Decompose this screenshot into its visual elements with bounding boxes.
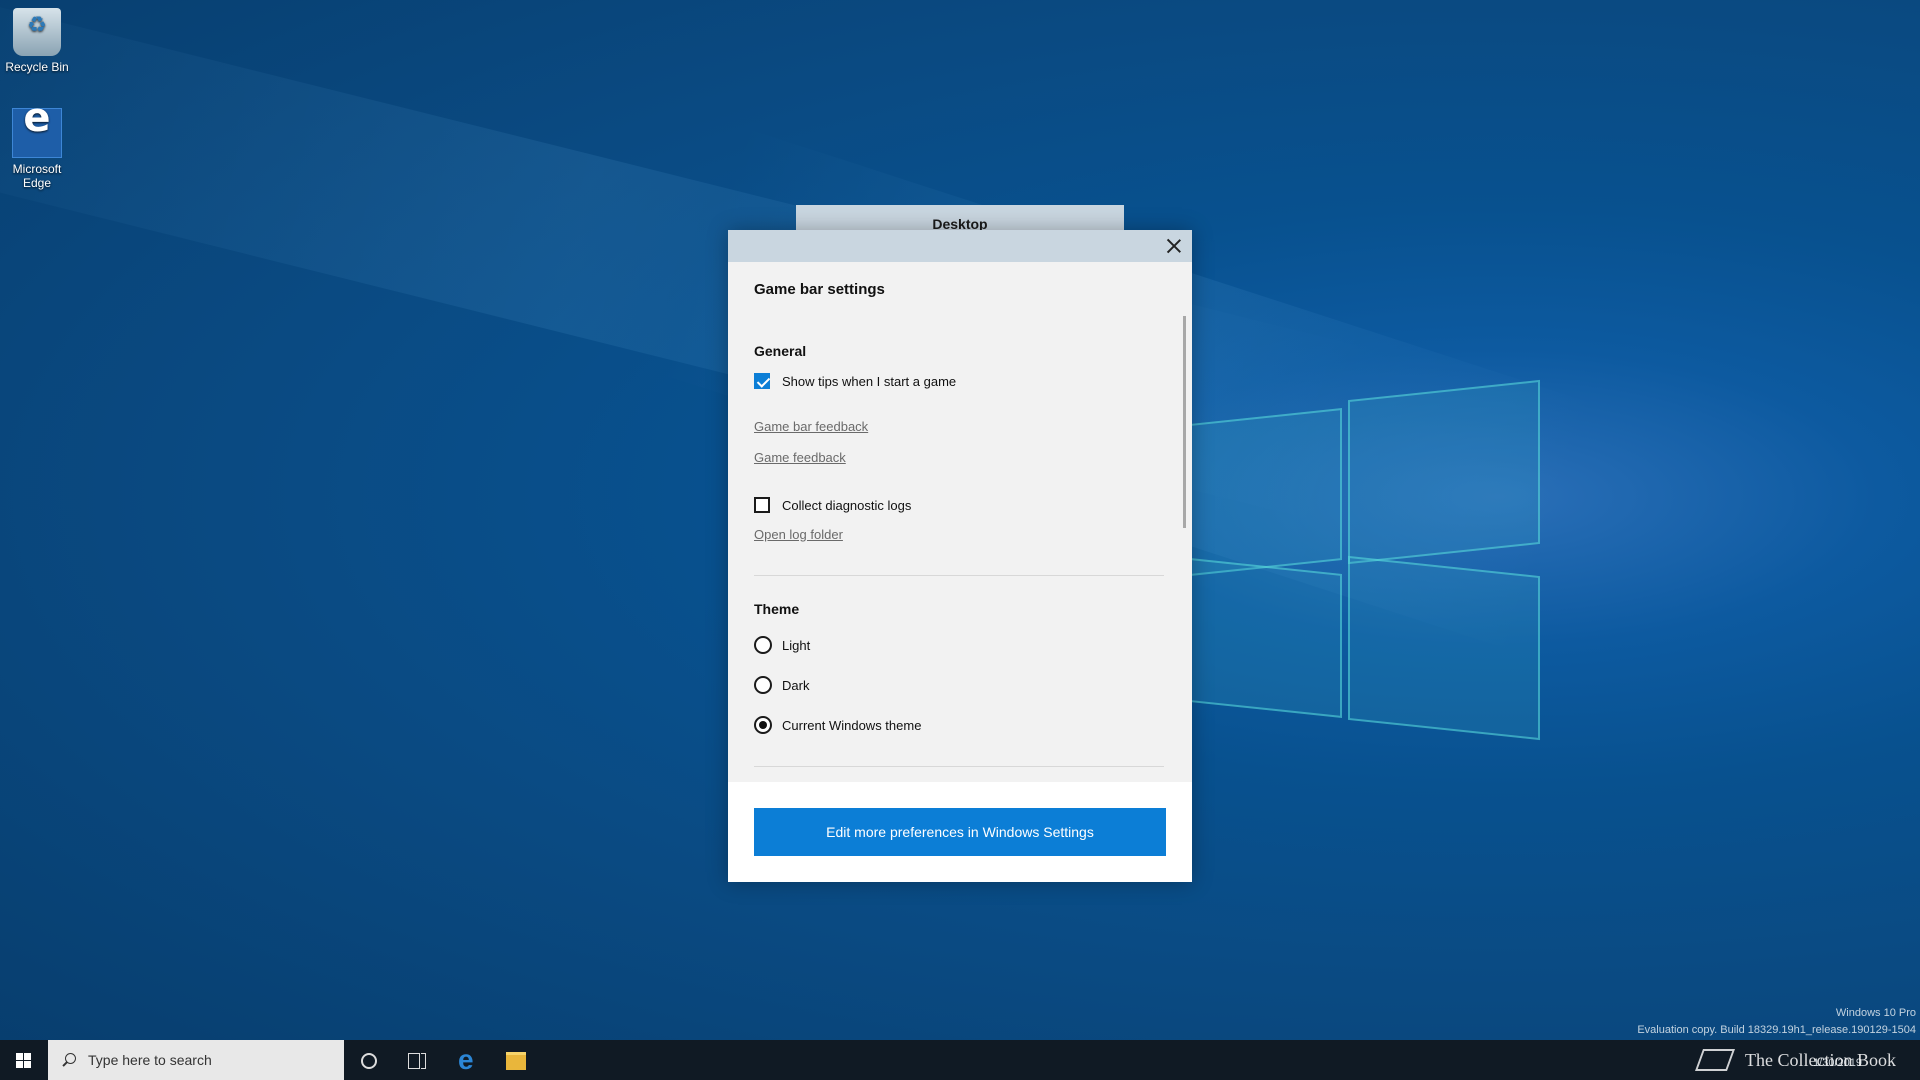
dialog-footer: Edit more preferences in Windows Setting… (728, 782, 1192, 882)
build-watermark: Windows 10 Pro Evaluation copy. Build 18… (1637, 1005, 1916, 1039)
start-button[interactable] (0, 1040, 48, 1080)
taskbar-search-box[interactable]: Type here to search (48, 1040, 344, 1080)
game-feedback-link[interactable]: Game feedback (754, 450, 846, 465)
theme-option-dark[interactable]: Dark (754, 676, 809, 694)
dialog-header (728, 230, 1192, 262)
file-explorer-icon[interactable] (492, 1040, 540, 1080)
watermark-edition: Windows 10 Pro (1835, 1007, 1916, 1019)
scrollbar-thumb[interactable] (1183, 316, 1186, 528)
recycle-bin-image (13, 8, 61, 56)
current-theme-radio[interactable] (754, 716, 772, 734)
dark-label: Dark (782, 677, 810, 693)
general-heading: General (754, 343, 807, 359)
edge-desktop-icon[interactable]: e Microsoft Edge (0, 98, 74, 190)
search-placeholder: Type here to search (88, 1052, 212, 1068)
edit-preferences-button[interactable]: Edit more preferences in Windows Setting… (754, 808, 1166, 856)
recycle-bin-label: Recycle Bin (5, 60, 69, 74)
watermark-build: Evaluation copy. Build 18329.19h1_releas… (1637, 1024, 1916, 1036)
collect-logs-checkbox-row[interactable]: Collect diagnostic logs (754, 497, 911, 513)
edge-taskbar-icon[interactable]: e (444, 1040, 492, 1080)
current-theme-label: Current Windows theme (782, 717, 922, 733)
light-radio[interactable] (754, 636, 772, 654)
game-bar-settings-dialog: Game bar settings General Show tips when… (728, 230, 1192, 882)
theme-option-light[interactable]: Light (754, 636, 810, 654)
cortana-icon[interactable] (344, 1040, 392, 1080)
collect-logs-checkbox[interactable] (754, 497, 770, 513)
edge-label: Microsoft Edge (12, 162, 62, 190)
section-divider (754, 766, 1164, 767)
task-view-icon[interactable] (392, 1040, 440, 1080)
collect-logs-label: Collect diagnostic logs (782, 497, 912, 513)
search-icon (62, 1053, 76, 1067)
collection-book-text: The Collection Book (1745, 1049, 1896, 1070)
open-log-folder-link[interactable]: Open log folder (754, 527, 843, 542)
show-tips-checkbox-row[interactable]: Show tips when I start a game (754, 373, 956, 389)
section-divider (754, 575, 1164, 576)
theme-option-current[interactable]: Current Windows theme (754, 716, 921, 734)
taskbar: Type here to search e (0, 1040, 1920, 1080)
book-icon (1695, 1045, 1735, 1075)
windows-logo (1190, 379, 1540, 741)
recycle-bin-icon[interactable]: Recycle Bin (0, 8, 74, 74)
collection-book-overlay: The Collection Book (1695, 1040, 1896, 1080)
dialog-title: Game bar settings (754, 281, 885, 298)
show-tips-checkbox[interactable] (754, 373, 770, 389)
light-label: Light (782, 637, 811, 653)
dark-radio[interactable] (754, 676, 772, 694)
theme-heading: Theme (754, 601, 800, 617)
close-button[interactable] (1160, 232, 1188, 260)
edge-icon: e (12, 98, 62, 158)
windows-start-icon (16, 1053, 31, 1068)
show-tips-label: Show tips when I start a game (782, 373, 957, 389)
game-bar-feedback-link[interactable]: Game bar feedback (754, 419, 868, 434)
